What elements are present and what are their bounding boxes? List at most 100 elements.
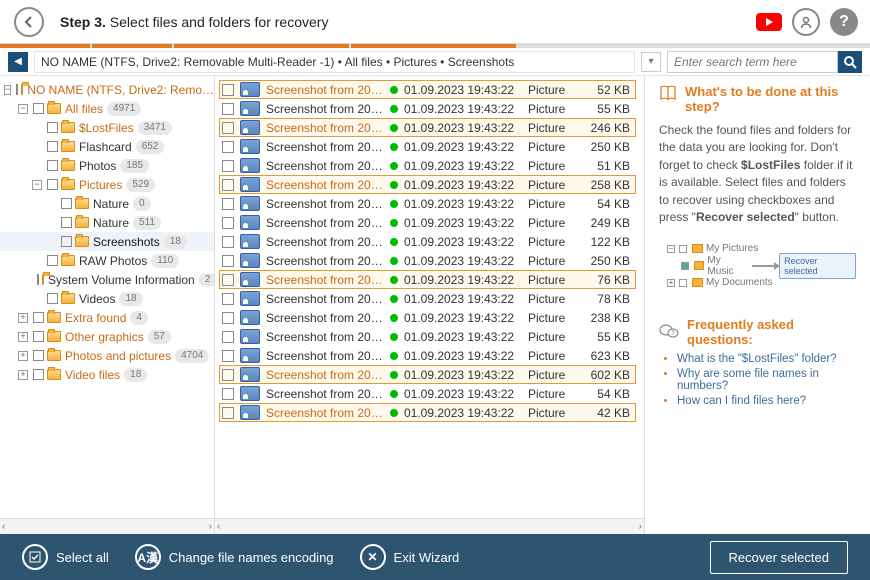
checkbox[interactable] bbox=[222, 198, 234, 210]
checkbox[interactable] bbox=[47, 160, 58, 171]
file-row[interactable]: Screenshot from 20…01.09.2023 19:43:22Pi… bbox=[219, 118, 636, 137]
youtube-icon[interactable] bbox=[756, 13, 782, 31]
back-button[interactable] bbox=[14, 7, 44, 37]
checkbox[interactable] bbox=[222, 217, 234, 229]
checkbox[interactable] bbox=[47, 122, 58, 133]
checkbox[interactable] bbox=[61, 217, 72, 228]
file-row[interactable]: Screenshot from 20…01.09.2023 19:43:22Pi… bbox=[219, 156, 636, 175]
file-name: Screenshot from 20… bbox=[266, 83, 384, 97]
count-badge: 18 bbox=[124, 368, 147, 382]
file-row[interactable]: Screenshot from 20…01.09.2023 19:43:22Pi… bbox=[219, 194, 636, 213]
file-row[interactable]: Screenshot from 20…01.09.2023 19:43:22Pi… bbox=[219, 403, 636, 422]
account-button[interactable] bbox=[792, 8, 820, 36]
tree-item[interactable]: Photos185 bbox=[0, 156, 214, 175]
checkbox[interactable] bbox=[222, 331, 234, 343]
select-all-button[interactable]: Select all bbox=[22, 544, 109, 570]
file-row[interactable]: Screenshot from 20…01.09.2023 19:43:22Pi… bbox=[219, 384, 636, 403]
file-row[interactable]: Screenshot from 20…01.09.2023 19:43:22Pi… bbox=[219, 270, 636, 289]
file-row[interactable]: Screenshot from 20…01.09.2023 19:43:22Pi… bbox=[219, 289, 636, 308]
checkbox[interactable] bbox=[222, 293, 234, 305]
checkbox[interactable] bbox=[222, 369, 234, 381]
breadcrumb-dropdown-icon[interactable]: ▾ bbox=[641, 52, 661, 72]
file-row[interactable]: Screenshot from 20…01.09.2023 19:43:22Pi… bbox=[219, 308, 636, 327]
checkbox[interactable] bbox=[222, 236, 234, 248]
checkbox[interactable] bbox=[33, 103, 44, 114]
tree-scrollbar[interactable]: ‹› bbox=[0, 518, 214, 534]
checkbox[interactable] bbox=[222, 103, 234, 115]
file-size: 246 KB bbox=[586, 121, 630, 135]
tree-item[interactable]: +Video files18 bbox=[0, 365, 214, 384]
tree-item[interactable]: +Other graphics57 bbox=[0, 327, 214, 346]
help-button[interactable]: ? bbox=[830, 8, 858, 36]
tree-item[interactable]: −Pictures529 bbox=[0, 175, 214, 194]
checkbox[interactable] bbox=[33, 312, 44, 323]
checkbox[interactable] bbox=[47, 179, 58, 190]
checkbox[interactable] bbox=[37, 274, 39, 285]
expand-icon[interactable]: + bbox=[18, 370, 28, 380]
faq-link[interactable]: What is the "$LostFiles" folder? bbox=[677, 353, 856, 365]
faq-link[interactable]: How can I find files here? bbox=[677, 395, 856, 407]
file-type: Picture bbox=[528, 273, 586, 287]
checkbox[interactable] bbox=[61, 236, 72, 247]
tree-item[interactable]: −All files4971 bbox=[0, 99, 214, 118]
file-row[interactable]: Screenshot from 20…01.09.2023 19:43:22Pi… bbox=[219, 80, 636, 99]
breadcrumb[interactable]: NO NAME (NTFS, Drive2: Removable Multi-R… bbox=[34, 51, 635, 73]
tree-item[interactable]: Nature511 bbox=[0, 213, 214, 232]
expand-icon[interactable]: − bbox=[32, 180, 42, 190]
file-row[interactable]: Screenshot from 20…01.09.2023 19:43:22Pi… bbox=[219, 251, 636, 270]
checkbox[interactable] bbox=[33, 331, 44, 342]
checkbox[interactable] bbox=[222, 122, 234, 134]
checkbox[interactable] bbox=[222, 388, 234, 400]
checkbox[interactable] bbox=[33, 350, 44, 361]
file-list: Screenshot from 20…01.09.2023 19:43:22Pi… bbox=[215, 76, 645, 534]
file-row[interactable]: Screenshot from 20…01.09.2023 19:43:22Pi… bbox=[219, 346, 636, 365]
file-row[interactable]: Screenshot from 20…01.09.2023 19:43:22Pi… bbox=[219, 137, 636, 156]
file-row[interactable]: Screenshot from 20…01.09.2023 19:43:22Pi… bbox=[219, 327, 636, 346]
tree-item[interactable]: Flashcard652 bbox=[0, 137, 214, 156]
checkbox[interactable] bbox=[222, 350, 234, 362]
tree-item[interactable]: Videos18 bbox=[0, 289, 214, 308]
recover-selected-button[interactable]: Recover selected bbox=[710, 541, 848, 574]
file-name: Screenshot from 20… bbox=[266, 159, 384, 173]
file-row[interactable]: Screenshot from 20…01.09.2023 19:43:22Pi… bbox=[219, 99, 636, 118]
checkbox[interactable] bbox=[47, 141, 58, 152]
search-input[interactable] bbox=[667, 51, 838, 73]
tree-item[interactable]: +Photos and pictures4704 bbox=[0, 346, 214, 365]
checkbox[interactable] bbox=[222, 407, 234, 419]
tree-root[interactable]: − NO NAME (NTFS, Drive2: Remo… bbox=[0, 80, 214, 99]
nav-back-icon[interactable]: ◀ bbox=[8, 52, 28, 72]
expand-icon[interactable]: − bbox=[18, 104, 28, 114]
checkbox[interactable] bbox=[222, 312, 234, 324]
checkbox[interactable] bbox=[61, 198, 72, 209]
faq-link[interactable]: Why are some file names in numbers? bbox=[677, 368, 856, 392]
search-button[interactable] bbox=[838, 51, 862, 73]
checkbox[interactable] bbox=[222, 255, 234, 267]
tree-item[interactable]: RAW Photos110 bbox=[0, 251, 214, 270]
checkbox[interactable] bbox=[222, 84, 234, 96]
file-row[interactable]: Screenshot from 20…01.09.2023 19:43:22Pi… bbox=[219, 232, 636, 251]
tree-item[interactable]: System Volume Information2 bbox=[0, 270, 214, 289]
file-scrollbar[interactable]: ‹› bbox=[215, 518, 644, 534]
file-row[interactable]: Screenshot from 20…01.09.2023 19:43:22Pi… bbox=[219, 213, 636, 232]
checkbox[interactable] bbox=[222, 160, 234, 172]
checkbox[interactable] bbox=[33, 369, 44, 380]
checkbox[interactable] bbox=[47, 293, 58, 304]
checkbox[interactable] bbox=[222, 141, 234, 153]
checkbox[interactable] bbox=[222, 179, 234, 191]
file-row[interactable]: Screenshot from 20…01.09.2023 19:43:22Pi… bbox=[219, 365, 636, 384]
collapse-icon[interactable]: − bbox=[4, 85, 11, 95]
file-row[interactable]: Screenshot from 20…01.09.2023 19:43:22Pi… bbox=[219, 175, 636, 194]
tree-item[interactable]: $LostFiles3471 bbox=[0, 118, 214, 137]
expand-icon[interactable]: + bbox=[18, 332, 28, 342]
tree-item[interactable]: Nature0 bbox=[0, 194, 214, 213]
tree-item[interactable]: Screenshots18 bbox=[0, 232, 214, 251]
expand-icon[interactable]: + bbox=[18, 313, 28, 323]
exit-wizard-button[interactable]: ✕ Exit Wizard bbox=[360, 544, 460, 570]
checkbox[interactable] bbox=[16, 84, 18, 95]
file-type: Picture bbox=[528, 83, 586, 97]
checkbox[interactable] bbox=[47, 255, 58, 266]
encoding-button[interactable]: A漢 Change file names encoding bbox=[135, 544, 334, 570]
checkbox[interactable] bbox=[222, 274, 234, 286]
expand-icon[interactable]: + bbox=[18, 351, 28, 361]
tree-item[interactable]: +Extra found4 bbox=[0, 308, 214, 327]
